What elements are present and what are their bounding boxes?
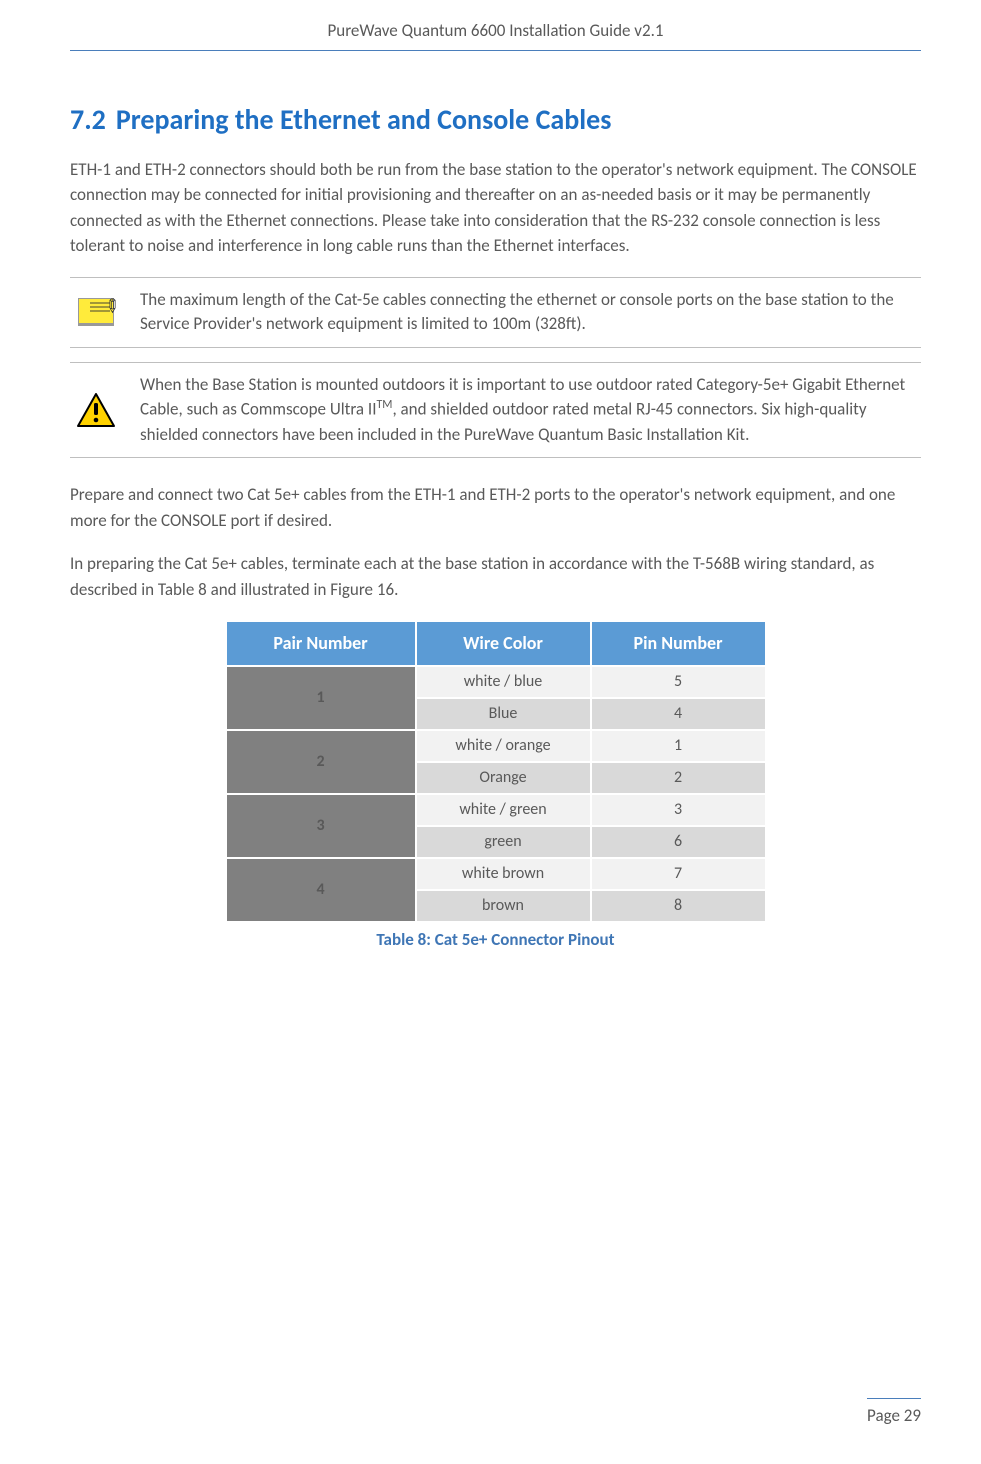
cell-wire: Blue (416, 698, 591, 730)
cell-pin: 7 (591, 858, 766, 890)
paragraph-wiring: In preparing the Cat 5e+ cables, termina… (70, 551, 921, 602)
doc-title: PureWave Quantum 6600 Installation Guide… (327, 20, 663, 41)
table-caption: Table 8: Cat 5e+ Connector Pinout (70, 927, 921, 953)
table-header-row: Pair Number Wire Color Pin Number (226, 621, 766, 666)
warning-icon (72, 392, 120, 428)
section-heading: 7.2 Preparing the Ethernet and Console Ca… (70, 99, 921, 141)
note-text: The maximum length of the Cat-5e cables … (140, 288, 921, 337)
table-row: 1 white / blue 5 (226, 666, 766, 698)
page-number: Page 29 (867, 1405, 921, 1426)
cell-pair: 2 (226, 730, 416, 794)
pinout-table: Pair Number Wire Color Pin Number 1 whit… (225, 620, 767, 923)
page-footer: Page 29 (867, 1398, 921, 1429)
th-pin: Pin Number (591, 621, 766, 666)
table-row: 3 white / green 3 (226, 794, 766, 826)
note-icon (72, 298, 120, 326)
cell-pin: 6 (591, 826, 766, 858)
cell-wire: Orange (416, 762, 591, 794)
section-title: Preparing the Ethernet and Console Cable… (116, 102, 612, 137)
cell-wire: white / blue (416, 666, 591, 698)
cell-pin: 2 (591, 762, 766, 794)
cell-wire: white / orange (416, 730, 591, 762)
cell-wire: white / green (416, 794, 591, 826)
cell-pair: 1 (226, 666, 416, 730)
warning-callout: When the Base Station is mounted outdoor… (70, 362, 921, 459)
paragraph-prepare: Prepare and connect two Cat 5e+ cables f… (70, 482, 921, 533)
warning-text: When the Base Station is mounted outdoor… (140, 373, 921, 448)
cell-wire: brown (416, 890, 591, 922)
th-pair: Pair Number (226, 621, 416, 666)
table-row: 2 white / orange 1 (226, 730, 766, 762)
cell-wire: white brown (416, 858, 591, 890)
trademark-superscript: TM (376, 398, 392, 412)
cell-wire: green (416, 826, 591, 858)
cell-pin: 8 (591, 890, 766, 922)
cell-pin: 1 (591, 730, 766, 762)
note-callout: The maximum length of the Cat-5e cables … (70, 277, 921, 348)
th-wire: Wire Color (416, 621, 591, 666)
table-body: 1 white / blue 5 Blue 4 2 white / orange… (226, 666, 766, 922)
section-number: 7.2 (70, 102, 106, 137)
cell-pin: 3 (591, 794, 766, 826)
intro-paragraph: ETH-1 and ETH-2 connectors should both b… (70, 157, 921, 259)
cell-pair: 3 (226, 794, 416, 858)
table-row: 4 white brown 7 (226, 858, 766, 890)
page-header: PureWave Quantum 6600 Installation Guide… (70, 18, 921, 51)
cell-pin: 4 (591, 698, 766, 730)
cell-pin: 5 (591, 666, 766, 698)
cell-pair: 4 (226, 858, 416, 922)
